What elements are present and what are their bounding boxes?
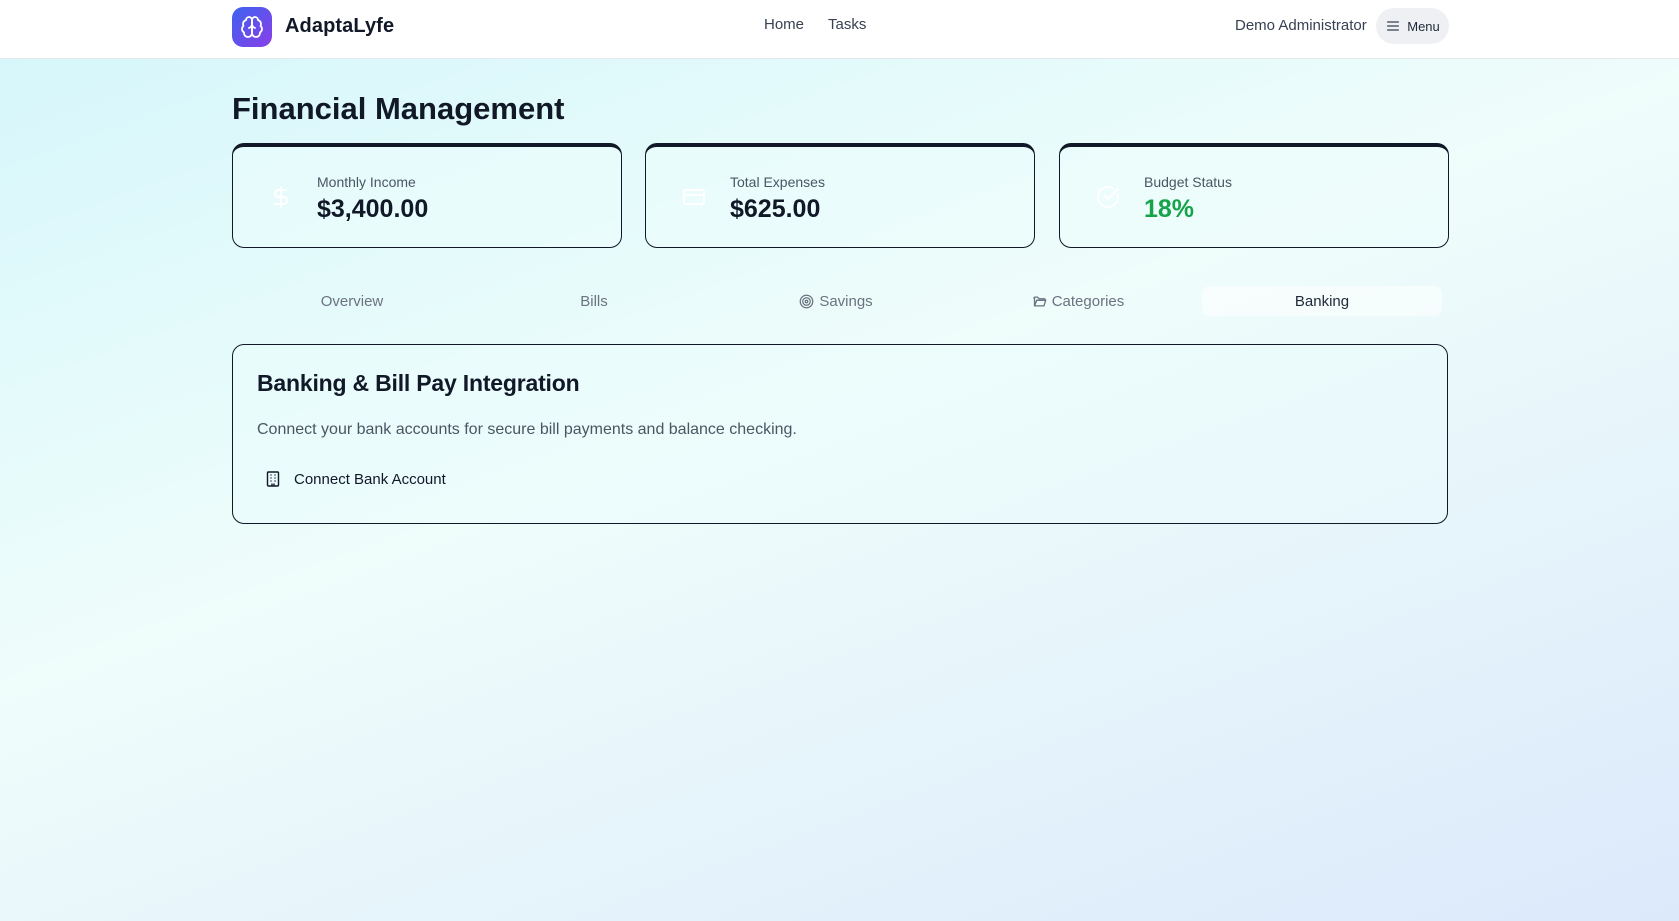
dollar-icon (269, 185, 293, 209)
folder-icon (1032, 294, 1047, 309)
panel-title: Banking & Bill Pay Integration (257, 370, 580, 396)
brain-icon (232, 6, 272, 47)
finance-tabs: Overview Bills Savings Categories Bankin… (232, 286, 1448, 316)
stat-value: $3,400.00 (317, 195, 429, 223)
hamburger-icon (1385, 18, 1401, 34)
check-circle-icon (1096, 185, 1120, 209)
connect-bank-label: Connect Bank Account (294, 470, 446, 488)
top-navbar: AdaptaLyfe Home Tasks Demo Administrator… (0, 0, 1679, 59)
menu-button[interactable]: Menu (1376, 8, 1449, 44)
target-icon (799, 294, 814, 309)
banking-panel: Banking & Bill Pay Integration Connect y… (232, 344, 1448, 524)
stat-label: Monthly Income (317, 174, 416, 190)
stat-card-monthly-income: Monthly Income $3,400.00 (232, 143, 622, 248)
nav-link-home[interactable]: Home (764, 16, 804, 33)
brand-name: AdaptaLyfe (285, 15, 395, 37)
menu-label: Menu (1407, 18, 1440, 34)
nav-link-tasks[interactable]: Tasks (828, 16, 866, 33)
tab-categories[interactable]: Categories (958, 286, 1198, 316)
tab-label: Banking (1294, 292, 1350, 310)
tab-label: Bills (580, 292, 608, 310)
tab-overview[interactable]: Overview (232, 286, 472, 316)
tab-savings[interactable]: Savings (716, 286, 956, 316)
tab-banking[interactable]: Banking (1202, 286, 1442, 316)
panel-description: Connect your bank accounts for secure bi… (257, 421, 797, 438)
stat-card-budget-status: Budget Status 18% (1059, 143, 1449, 248)
main-nav: Home Tasks (764, 16, 866, 33)
tab-label: Categories (1051, 292, 1125, 310)
tab-label: Savings (819, 292, 873, 310)
building-icon (266, 471, 280, 487)
stat-label: Budget Status (1144, 174, 1232, 190)
stat-value: 18% (1144, 195, 1195, 223)
stat-card-total-expenses: Total Expenses $625.00 (645, 143, 1035, 248)
stat-value: $625.00 (730, 195, 821, 223)
brand-home-link[interactable]: AdaptaLyfe (232, 6, 394, 47)
user-name: Demo Administrator (1235, 17, 1367, 34)
tab-label: Overview (320, 292, 384, 310)
connect-bank-account-button[interactable]: Connect Bank Account (266, 466, 446, 492)
tab-bills[interactable]: Bills (474, 286, 714, 316)
stat-label: Total Expenses (730, 174, 825, 190)
credit-card-icon (682, 185, 706, 209)
page-title: Financial Management (232, 91, 565, 126)
